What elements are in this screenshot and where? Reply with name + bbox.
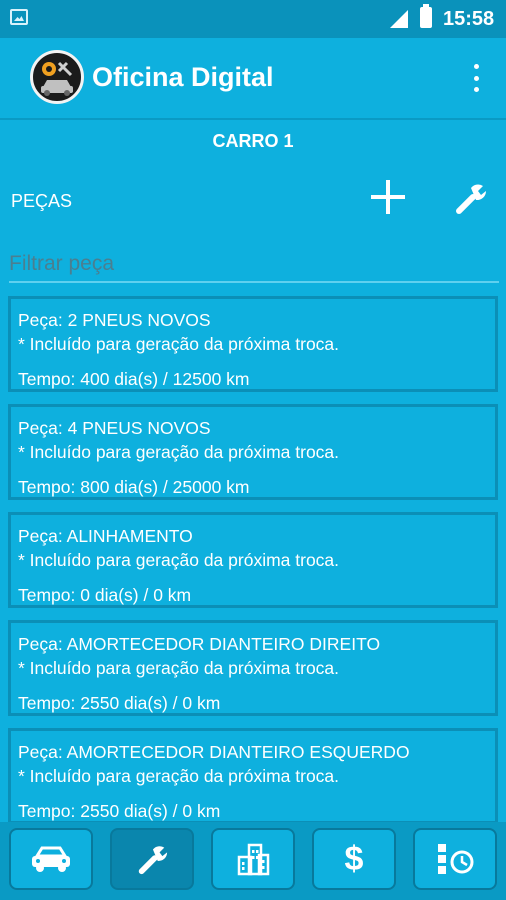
list-item[interactable]: Peça: AMORTECEDOR DIANTEIRO DIREITO * In… (8, 620, 498, 716)
battery-charging-icon (420, 4, 432, 28)
filter-parts-input[interactable] (9, 249, 499, 283)
nav-costs-button[interactable]: $ (312, 828, 396, 890)
part-time: Tempo: 800 dia(s) / 25000 km (18, 477, 250, 497)
car-title: CARRO 1 (212, 131, 294, 151)
list-item[interactable]: Peça: 2 PNEUS NOVOS * Incluído para gera… (8, 296, 498, 392)
part-time: Tempo: 2550 dia(s) / 0 km (18, 801, 221, 821)
nav-parts-button[interactable] (110, 828, 194, 890)
add-icon[interactable] (368, 177, 408, 217)
part-time: Tempo: 400 dia(s) / 12500 km (18, 369, 250, 389)
part-name: Peça: 4 PNEUS NOVOS (18, 418, 211, 438)
nav-cars-button[interactable] (9, 828, 93, 890)
part-name: Peça: 2 PNEUS NOVOS (18, 310, 211, 330)
dollar-icon: $ (344, 840, 364, 878)
part-note: * Incluído para geração da próxima troca… (18, 442, 340, 462)
part-name: Peça: AMORTECEDOR DIANTEIRO ESQUERDO (18, 742, 410, 762)
part-name: Peça: AMORTECEDOR DIANTEIRO DIREITO (18, 634, 381, 654)
app-title: Oficina Digital (92, 62, 274, 92)
buildings-icon (237, 843, 270, 876)
part-note: * Incluído para geração da próxima troca… (18, 334, 340, 354)
status-time: 15:58 (443, 8, 495, 30)
wrench-icon[interactable] (452, 180, 488, 216)
part-time: Tempo: 2550 dia(s) / 0 km (18, 693, 221, 713)
nav-history-button[interactable] (413, 828, 497, 890)
list-item[interactable]: Peça: AMORTECEDOR DIANTEIRO ESQUERDO * I… (8, 728, 498, 822)
app-bar: Oficina Digital (0, 38, 506, 120)
status-bar: 15:58 (0, 0, 506, 38)
part-time: Tempo: 0 dia(s) / 0 km (18, 585, 192, 605)
part-name: Peça: ALINHAMENTO (18, 526, 193, 546)
schedule-icon (438, 844, 474, 874)
parts-list[interactable]: Peça: 2 PNEUS NOVOS * Incluído para gera… (0, 292, 506, 822)
nav-workshops-button[interactable] (211, 828, 295, 890)
wrench-icon (138, 846, 168, 875)
image-icon (10, 9, 28, 25)
part-note: * Incluído para geração da próxima troca… (18, 766, 340, 786)
part-note: * Incluído para geração da próxima troca… (18, 658, 340, 678)
bottom-nav: $ (0, 822, 506, 900)
car-icon (32, 846, 70, 872)
car-service-logo-icon (30, 50, 84, 104)
more-vert-icon[interactable] (470, 64, 482, 92)
signal-icon (390, 10, 408, 28)
list-item[interactable]: Peça: ALINHAMENTO * Incluído para geraçã… (8, 512, 498, 608)
section-label: PEÇAS (11, 191, 73, 211)
part-note: * Incluído para geração da próxima troca… (18, 550, 340, 570)
list-item[interactable]: Peça: 4 PNEUS NOVOS * Incluído para gera… (8, 404, 498, 500)
